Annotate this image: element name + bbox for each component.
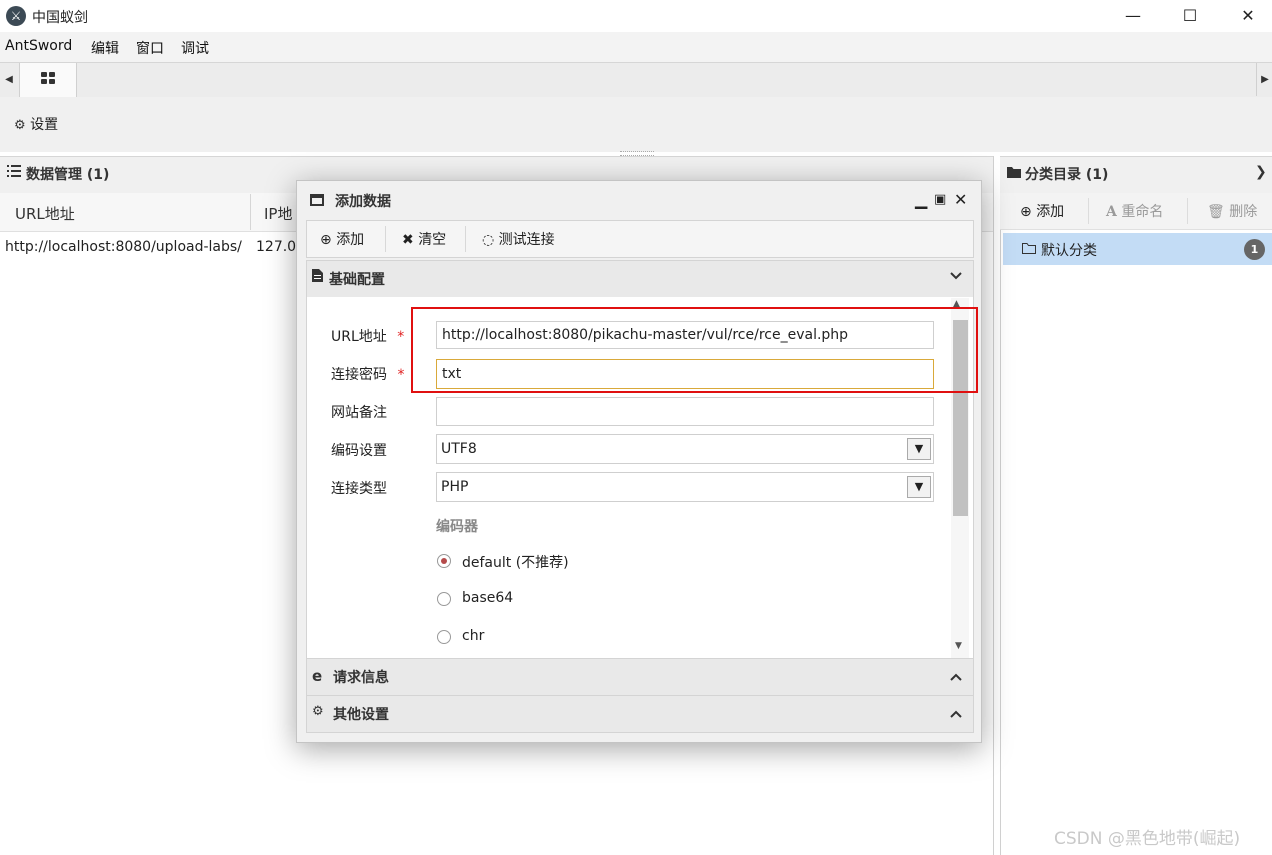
- antsword-logo-icon: ⚔: [6, 6, 26, 26]
- window-icon: [310, 194, 324, 206]
- toolbar-divider: [385, 226, 386, 252]
- encoder-radio-default[interactable]: [437, 554, 451, 568]
- folder-outline-icon: [1022, 242, 1036, 258]
- other-settings-title: 其他设置: [333, 707, 389, 723]
- category-add-button[interactable]: ⊕ 添加: [1020, 201, 1064, 221]
- table-cell-url[interactable]: http://localhost:8080/upload-labs/: [5, 239, 242, 255]
- category-panel-title: 分类目录 (1): [1025, 167, 1109, 183]
- category-rename-label: 重命名: [1121, 204, 1164, 220]
- encoder-group-label: 编码器: [436, 519, 478, 535]
- chevron-up-icon[interactable]: [950, 708, 962, 723]
- tab-home[interactable]: [19, 63, 77, 97]
- dialog-title: 添加数据: [335, 194, 391, 210]
- plus-circle-icon: ⊕: [1020, 204, 1032, 220]
- password-field-label: 连接密码 *: [331, 364, 404, 384]
- category-item-label: 默认分类: [1041, 243, 1097, 259]
- chevron-down-icon[interactable]: [950, 270, 962, 285]
- font-icon: A: [1106, 204, 1117, 220]
- basic-config-section-header[interactable]: [306, 260, 974, 298]
- dialog-close-button[interactable]: ✕: [954, 190, 967, 209]
- toolbar-divider: [465, 226, 466, 252]
- note-input[interactable]: [436, 397, 934, 426]
- encoder-radio-label[interactable]: chr: [462, 628, 484, 644]
- basic-config-title: 基础配置: [329, 272, 385, 288]
- category-add-label: 添加: [1036, 204, 1065, 220]
- test-connection-button[interactable]: ◌ 测试连接: [482, 229, 555, 249]
- gear-icon: ⚙: [14, 118, 26, 133]
- connection-type-select[interactable]: [436, 472, 934, 502]
- category-count-badge: 1: [1244, 239, 1265, 260]
- menu-antsword[interactable]: AntSword: [5, 38, 72, 54]
- close-window-button[interactable]: ✕: [1220, 0, 1272, 32]
- annotation-highlight-box: [411, 307, 978, 393]
- dialog-maximize-button[interactable]: ▣: [934, 192, 946, 207]
- category-delete-label: 删除: [1229, 204, 1258, 220]
- encoder-radio-base64[interactable]: [437, 592, 451, 606]
- menu-debug[interactable]: 调试: [181, 38, 209, 58]
- request-info-title: 请求信息: [333, 670, 389, 686]
- dialog-clear-label: 清空: [418, 232, 447, 248]
- data-panel-title: 数据管理 (1): [26, 167, 110, 183]
- plus-circle-icon: ⊕: [320, 232, 332, 248]
- chevron-right-icon[interactable]: ❯: [1255, 164, 1267, 180]
- encoding-select[interactable]: [436, 434, 934, 464]
- chevron-up-icon[interactable]: [950, 671, 962, 686]
- file-icon: [312, 269, 323, 286]
- url-field-label: URL地址 *: [331, 326, 404, 346]
- required-marker: *: [397, 367, 405, 383]
- table-cell-ip[interactable]: 127.0: [256, 239, 296, 255]
- tab-strip: [0, 62, 1272, 98]
- column-header-url[interactable]: URL地址: [15, 203, 75, 224]
- chevron-down-icon[interactable]: ▼: [907, 438, 931, 460]
- x-icon: ✖: [402, 232, 414, 248]
- toolbar-divider: [1088, 198, 1089, 224]
- watermark: CSDN @黑色地带(崛起): [1054, 829, 1241, 849]
- request-info-section-header[interactable]: [306, 658, 974, 696]
- folder-icon: [1007, 166, 1021, 182]
- dialog-minimize-button[interactable]: ▁: [915, 190, 927, 209]
- list-icon: [7, 165, 21, 181]
- url-label-text: URL地址: [331, 329, 387, 345]
- dialog-clear-button[interactable]: ✖ 清空: [402, 229, 446, 249]
- type-field-label: 连接类型: [331, 481, 387, 497]
- category-delete-button[interactable]: 🗑 删除: [1207, 201, 1257, 221]
- encoding-select-value: UTF8: [441, 441, 477, 457]
- radio-selected-dot: [441, 558, 447, 564]
- settings-button[interactable]: ⚙ 设置: [14, 114, 58, 134]
- settings-label: 设置: [30, 117, 59, 133]
- menu-window[interactable]: 窗口: [136, 38, 164, 58]
- note-field-label: 网站备注: [331, 405, 387, 421]
- gears-icon: ⚙: [312, 704, 324, 719]
- encoder-radio-label[interactable]: default (不推荐): [462, 552, 569, 572]
- chevron-down-icon[interactable]: ▼: [907, 476, 931, 498]
- encoder-radio-label[interactable]: base64: [462, 590, 513, 606]
- edge-icon: e: [312, 667, 323, 685]
- scroll-down-icon[interactable]: ▼: [955, 641, 962, 651]
- column-divider[interactable]: [250, 194, 251, 230]
- title-bar: [0, 0, 1272, 32]
- trash-icon: 🗑: [1207, 204, 1225, 220]
- tab-scroll-left-icon[interactable]: ◀: [0, 63, 18, 96]
- minimize-button[interactable]: —: [1105, 0, 1161, 32]
- menu-edit[interactable]: 编辑: [91, 38, 119, 58]
- category-rename-button[interactable]: A 重命名: [1106, 201, 1163, 221]
- column-header-ip[interactable]: IP地: [264, 203, 292, 224]
- encoding-field-label: 编码设置: [331, 443, 387, 459]
- grid-icon: [41, 72, 55, 84]
- other-settings-section-header[interactable]: [306, 695, 974, 733]
- encoder-radio-chr[interactable]: [437, 630, 451, 644]
- window-title: 中国蚁剑: [32, 10, 88, 26]
- main-toolbar: [0, 97, 1272, 152]
- tab-scroll-right-icon[interactable]: ▶: [1256, 63, 1272, 96]
- toolbar-divider: [1187, 198, 1188, 224]
- test-connection-label: 测试连接: [498, 232, 555, 248]
- password-label-text: 连接密码: [331, 367, 387, 383]
- maximize-button[interactable]: ☐: [1162, 0, 1218, 32]
- dialog-add-label: 添加: [336, 232, 365, 248]
- dialog-add-button[interactable]: ⊕ 添加: [320, 229, 364, 249]
- spinner-icon: ◌: [482, 232, 495, 248]
- connection-type-value: PHP: [441, 479, 469, 495]
- required-marker: *: [397, 329, 405, 345]
